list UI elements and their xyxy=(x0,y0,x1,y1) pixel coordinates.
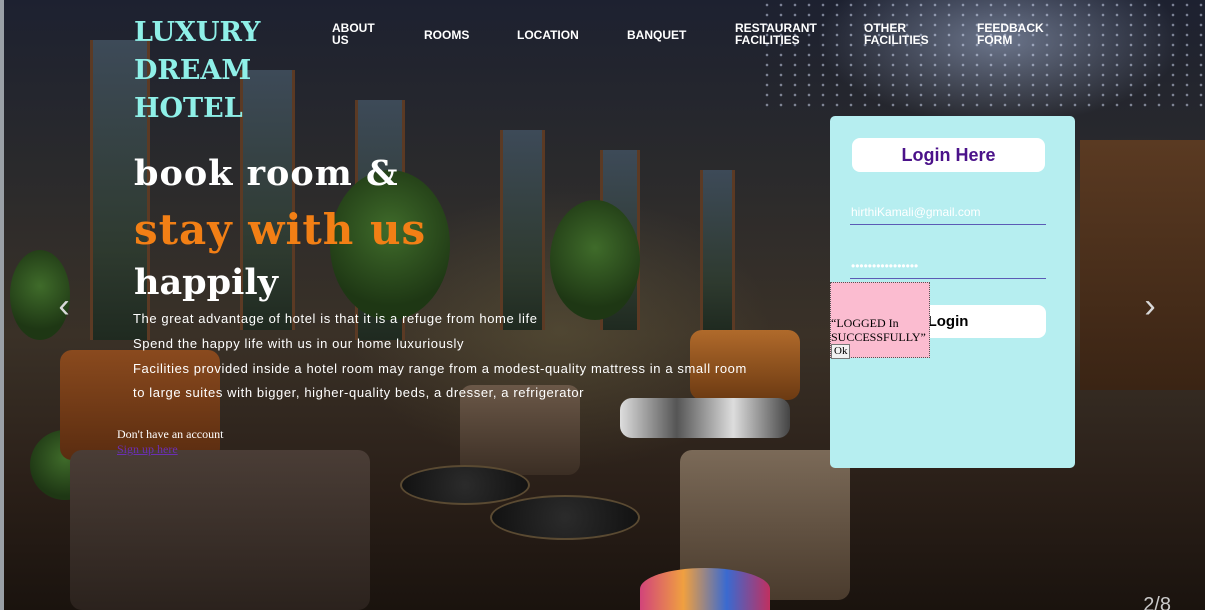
headline-happily: happily xyxy=(134,262,278,303)
alert-message: “LOGGED In SUCCESSFULLY” xyxy=(831,316,926,344)
nav-label: BANQUET xyxy=(627,28,687,42)
nav-rooms[interactable]: ROOMS xyxy=(424,29,469,41)
nav-label: ROOMS xyxy=(424,28,470,42)
nav-label: FACILITIES xyxy=(864,33,929,47)
main-nav: ABOUT US ROOMS LOCATION BANQUET RESTAURA… xyxy=(0,22,1205,52)
logo-line: DREAM xyxy=(134,55,252,86)
hero-description-line: The great advantage of hotel is that it … xyxy=(133,311,538,326)
email-field[interactable] xyxy=(850,199,1046,225)
alert-ok-button[interactable]: Ok xyxy=(831,344,851,359)
nav-other-facilities[interactable]: OTHER FACILITIES xyxy=(864,22,929,46)
signup-prompt: Don't have an account xyxy=(117,427,224,441)
alert-dialog: “LOGGED In SUCCESSFULLY” Ok xyxy=(830,282,930,359)
hero-description-line: Facilities provided inside a hotel room … xyxy=(133,361,747,376)
sofa-decoration xyxy=(70,450,370,610)
password-field[interactable] xyxy=(850,253,1046,279)
nav-feedback-form[interactable]: FEEDBACK FORM xyxy=(977,22,1044,46)
hero-description-line: Spend the happy life with us in our home… xyxy=(133,336,465,351)
slide-counter: 2/8 xyxy=(1143,594,1171,610)
nav-banquet[interactable]: BANQUET xyxy=(627,29,686,41)
carousel-prev-arrow-icon[interactable]: ‹ xyxy=(52,288,76,324)
tree-decoration xyxy=(550,200,640,320)
window-panel xyxy=(500,130,545,330)
ottoman-decoration xyxy=(640,568,770,610)
bar-shelf-decoration xyxy=(1080,140,1205,390)
nav-label: LOCATION xyxy=(517,28,579,42)
nav-label: FORM xyxy=(977,33,1013,47)
carousel-next-arrow-icon[interactable]: › xyxy=(1138,288,1162,324)
ceiling-lights xyxy=(760,0,1205,110)
headline-stay-with-us: stay with us xyxy=(134,205,427,254)
window-panel xyxy=(700,170,735,330)
nav-restaurant-facilities[interactable]: RESTAURANT FACILITIES xyxy=(735,22,817,46)
nav-location[interactable]: LOCATION xyxy=(517,29,579,41)
nav-label: FACILITIES xyxy=(735,33,800,47)
headline-book-room: book room & xyxy=(134,153,399,194)
logo-line: HOTEL xyxy=(134,93,243,124)
table-decoration xyxy=(400,465,530,505)
login-title: Login Here xyxy=(852,138,1045,172)
hero-description-line: to large suites with bigger, higher-qual… xyxy=(133,385,585,400)
bench-decoration xyxy=(620,398,790,438)
signup-link[interactable]: Sign up here xyxy=(117,442,178,457)
left-border xyxy=(0,0,4,610)
nav-label: US xyxy=(332,33,349,47)
table-decoration xyxy=(490,495,640,540)
nav-about-us[interactable]: ABOUT US xyxy=(332,22,375,46)
